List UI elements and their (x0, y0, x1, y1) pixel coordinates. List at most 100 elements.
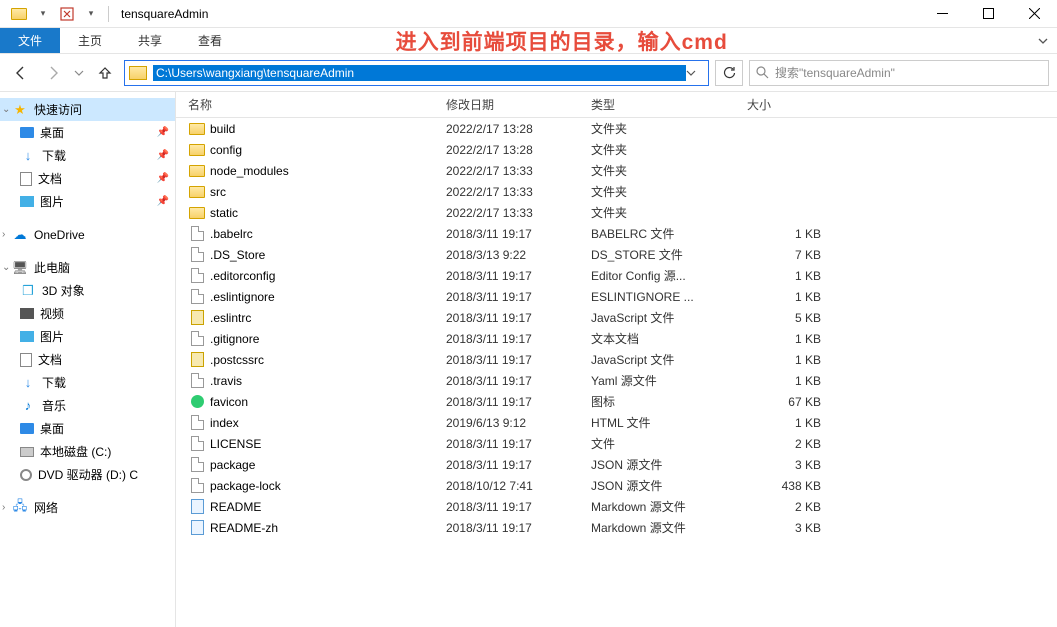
file-type: Markdown 源文件 (591, 519, 747, 536)
nav-item-label: 文档 (38, 351, 62, 368)
file-row[interactable]: package-lock2018/10/12 7:41JSON 源文件438 K… (176, 475, 1057, 496)
file-row[interactable]: config2022/2/17 13:28文件夹 (176, 139, 1057, 160)
col-header-date[interactable]: 修改日期 (446, 96, 591, 113)
folder-icon (8, 3, 30, 25)
tab-view[interactable]: 查看 (180, 28, 240, 53)
file-row[interactable]: README-zh2018/3/11 19:17Markdown 源文件3 KB (176, 517, 1057, 538)
file-date: 2018/10/12 7:41 (446, 479, 591, 493)
close-button[interactable] (1011, 0, 1057, 28)
ribbon-expand-icon[interactable] (1029, 28, 1057, 53)
address-dropdown-icon[interactable] (686, 68, 704, 78)
file-row[interactable]: .postcssrc2018/3/11 19:17JavaScript 文件1 … (176, 349, 1057, 370)
nav-item-[interactable]: 视频 (0, 302, 175, 325)
nav-back-button[interactable] (8, 60, 34, 86)
nav-up-button[interactable] (92, 60, 118, 86)
file-date: 2022/2/17 13:33 (446, 185, 591, 199)
chevron-icon[interactable]: › (2, 502, 12, 513)
file-row[interactable]: index2019/6/13 9:12HTML 文件1 KB (176, 412, 1057, 433)
file-icon (188, 373, 206, 389)
file-row[interactable]: .eslintignore2018/3/11 19:17ESLINTIGNORE… (176, 286, 1057, 307)
file-row[interactable]: node_modules2022/2/17 13:33文件夹 (176, 160, 1057, 181)
qat-dropdown2-icon[interactable]: ▾ (80, 3, 102, 25)
nav-item-[interactable]: 文档 (0, 348, 175, 371)
file-icon (188, 226, 206, 242)
js-icon (188, 352, 206, 368)
tab-file[interactable]: 文件 (0, 28, 60, 53)
file-date: 2018/3/11 19:17 (446, 500, 591, 514)
doc-icon (20, 353, 32, 367)
file-name: config (210, 143, 446, 157)
file-date: 2018/3/11 19:17 (446, 290, 591, 304)
file-row[interactable]: package2018/3/11 19:17JSON 源文件3 KB (176, 454, 1057, 475)
file-row[interactable]: static2022/2/17 13:33文件夹 (176, 202, 1057, 223)
nav-item-onedrive[interactable]: ›☁OneDrive (0, 223, 175, 246)
file-type: Markdown 源文件 (591, 498, 747, 515)
nav-item-[interactable]: 桌面📌 (0, 121, 175, 144)
chevron-icon[interactable]: › (2, 229, 12, 240)
nav-item-[interactable]: 桌面 (0, 417, 175, 440)
tab-share[interactable]: 共享 (120, 28, 180, 53)
nav-item-[interactable]: ⌄★快速访问 (0, 98, 175, 121)
nav-item-[interactable]: ♪音乐 (0, 394, 175, 417)
file-row[interactable]: .DS_Store2018/3/13 9:22DS_STORE 文件7 KB (176, 244, 1057, 265)
nav-item-[interactable]: ↓下载 (0, 371, 175, 394)
qat-dropdown-icon[interactable]: ▾ (32, 3, 54, 25)
address-bar[interactable]: C:\Users\wangxiang\tensquareAdmin (124, 60, 709, 86)
file-type: 文件 (591, 435, 747, 452)
search-box[interactable]: 搜索"tensquareAdmin" (749, 60, 1049, 86)
file-row[interactable]: src2022/2/17 13:33文件夹 (176, 181, 1057, 202)
file-row[interactable]: README2018/3/11 19:17Markdown 源文件2 KB (176, 496, 1057, 517)
nav-item-[interactable]: ⌄🖥此电脑 (0, 256, 175, 279)
address-path[interactable]: C:\Users\wangxiang\tensquareAdmin (153, 65, 686, 81)
properties-icon[interactable] (56, 3, 78, 25)
file-row[interactable]: .travis2018/3/11 19:17Yaml 源文件1 KB (176, 370, 1057, 391)
column-headers: 名称 修改日期 类型 大小 (176, 92, 1057, 118)
minimize-button[interactable] (919, 0, 965, 28)
file-row[interactable]: favicon2018/3/11 19:17图标67 KB (176, 391, 1057, 412)
nav-item-[interactable]: 图片📌 (0, 190, 175, 213)
file-list-pane: 名称 修改日期 类型 大小 build2022/2/17 13:28文件夹con… (176, 92, 1057, 627)
nav-item-3d[interactable]: ❒3D 对象 (0, 279, 175, 302)
nav-item-label: 文档 (38, 170, 62, 187)
nav-item-c[interactable]: 本地磁盘 (C:) (0, 440, 175, 463)
file-list: build2022/2/17 13:28文件夹config2022/2/17 1… (176, 118, 1057, 538)
file-size: 2 KB (747, 437, 821, 451)
nav-item-[interactable]: ↓下载📌 (0, 144, 175, 167)
col-header-type[interactable]: 类型 (591, 96, 747, 113)
file-size: 1 KB (747, 374, 821, 388)
file-row[interactable]: LICENSE2018/3/11 19:17文件2 KB (176, 433, 1057, 454)
nav-item-[interactable]: 图片 (0, 325, 175, 348)
maximize-button[interactable] (965, 0, 1011, 28)
refresh-button[interactable] (715, 60, 743, 86)
download-icon: ↓ (20, 148, 36, 164)
annotation-text: 进入到前端项目的目录，输入cmd (396, 26, 728, 56)
file-type: 文件夹 (591, 141, 747, 158)
nav-forward-button[interactable] (40, 60, 66, 86)
file-row[interactable]: .eslintrc2018/3/11 19:17JavaScript 文件5 K… (176, 307, 1057, 328)
file-row[interactable]: .gitignore2018/3/11 19:17文本文档1 KB (176, 328, 1057, 349)
nav-item-[interactable]: ›🖧网络 (0, 496, 175, 519)
folder-icon (188, 184, 206, 200)
file-row[interactable]: .editorconfig2018/3/11 19:17Editor Confi… (176, 265, 1057, 286)
file-date: 2018/3/11 19:17 (446, 332, 591, 346)
nav-item-label: 桌面 (40, 124, 64, 141)
col-header-size[interactable]: 大小 (747, 96, 827, 113)
file-row[interactable]: build2022/2/17 13:28文件夹 (176, 118, 1057, 139)
col-header-name[interactable]: 名称 (188, 96, 446, 113)
file-type: 文件夹 (591, 120, 747, 137)
file-name: .travis (210, 374, 446, 388)
nav-item-dvddc[interactable]: DVD 驱动器 (D:) C (0, 463, 175, 486)
nav-item-[interactable]: 文档📌 (0, 167, 175, 190)
file-name: README-zh (210, 521, 446, 535)
nav-recent-dropdown[interactable] (72, 60, 86, 86)
file-name: package-lock (210, 479, 446, 493)
music-icon: ♪ (20, 398, 36, 414)
file-row[interactable]: .babelrc2018/3/11 19:17BABELRC 文件1 KB (176, 223, 1057, 244)
folder-icon (129, 66, 147, 80)
network-icon: 🖧 (12, 500, 28, 516)
chevron-icon[interactable]: ⌄ (2, 104, 12, 115)
file-type: JSON 源文件 (591, 456, 747, 473)
file-name: build (210, 122, 446, 136)
tab-home[interactable]: 主页 (60, 28, 120, 53)
chevron-icon[interactable]: ⌄ (2, 262, 12, 273)
